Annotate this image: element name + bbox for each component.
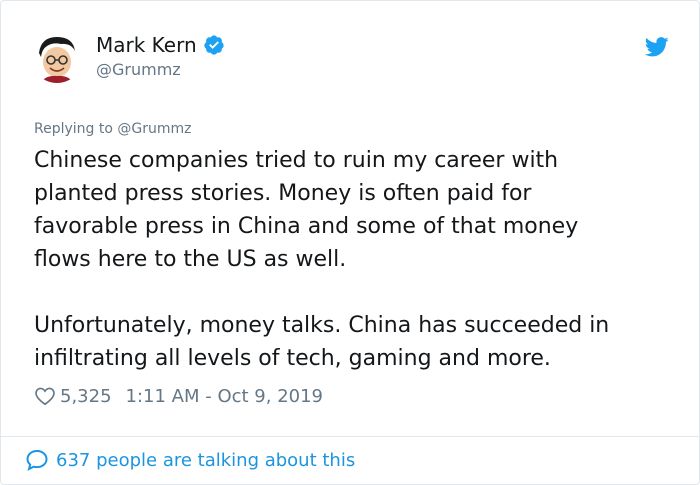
tweet-meta: 5,325 1:11 AM - Oct 9, 2019 xyxy=(34,385,323,407)
author-handle[interactable]: @Grummz xyxy=(96,60,181,79)
author-name-text[interactable]: Mark Kern xyxy=(96,33,197,57)
speech-bubble-icon xyxy=(26,449,48,471)
replying-to-text[interactable]: Replying to @Grummz xyxy=(34,121,191,137)
tweet-card: Mark Kern @Grummz Replying to @Grummz Ch… xyxy=(0,0,700,485)
avatar-illustration xyxy=(31,31,83,83)
author-name[interactable]: Mark Kern xyxy=(96,33,225,57)
twitter-bird-icon[interactable] xyxy=(645,37,669,57)
conversation-link[interactable]: 637 people are talking about this xyxy=(25,448,355,472)
tweet-text: Chinese companies tried to ruin my caree… xyxy=(34,148,610,371)
divider xyxy=(1,436,699,437)
avatar[interactable] xyxy=(31,31,83,83)
verified-badge-icon xyxy=(204,35,224,55)
like-count[interactable]: 5,325 xyxy=(60,386,112,407)
conversation-link-text[interactable]: 637 people are talking about this xyxy=(56,450,355,471)
tweet-timestamp[interactable]: 1:11 AM - Oct 9, 2019 xyxy=(126,386,323,407)
heart-outline-icon[interactable] xyxy=(34,385,56,407)
